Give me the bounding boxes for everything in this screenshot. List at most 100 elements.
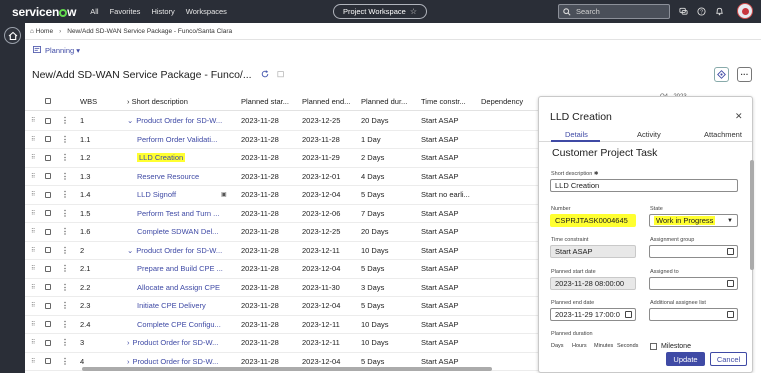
chevron-right-icon[interactable]: › xyxy=(127,338,130,347)
state-select[interactable]: Work in Progress ▼ xyxy=(649,214,738,227)
assignment-group-field[interactable] xyxy=(649,245,738,258)
row-checkbox[interactable] xyxy=(45,154,51,161)
drag-handle-icon[interactable]: ⠿ xyxy=(31,358,36,365)
chat-icon[interactable] xyxy=(678,6,689,17)
table-row[interactable]: ⠿ ⋮ 1.4 LLD Signoff ▣ 2023-11-28 2023-12-04 5 D… xyxy=(25,186,540,205)
row-checkbox[interactable] xyxy=(45,265,51,272)
tab-attachment[interactable]: Attachment xyxy=(704,130,742,139)
row-checkbox[interactable] xyxy=(45,117,51,124)
workspace-pill[interactable]: Project Workspace ☆ xyxy=(333,4,427,19)
row-menu-icon[interactable]: ⋮ xyxy=(61,338,69,347)
tab-activity[interactable]: Activity xyxy=(637,130,661,139)
help-icon[interactable]: ? xyxy=(696,6,707,17)
update-button[interactable]: Update xyxy=(666,352,705,366)
column-header-time-constraint[interactable]: Time constr... xyxy=(421,97,466,106)
row-checkbox[interactable] xyxy=(45,191,51,198)
task-link[interactable]: LLD Creation xyxy=(137,153,186,163)
drag-handle-icon[interactable]: ⠿ xyxy=(31,284,36,291)
column-header-dependency[interactable]: Dependency xyxy=(481,97,523,106)
row-menu-icon[interactable]: ⋮ xyxy=(61,209,69,218)
table-row[interactable]: ⠿ ⋮ 1.6 Complete SDWAN Del... 2023-11-28 2023… xyxy=(25,223,540,242)
additional-assignee-field[interactable] xyxy=(649,308,738,321)
task-link[interactable]: Allocate and Assign CPE xyxy=(137,283,220,292)
table-row[interactable]: ⠿ ⋮ 1 ⌄ Product Order for SD-W... 2023-11-28 2… xyxy=(25,112,540,131)
table-row[interactable]: ⠿ ⋮ 2.3 Initiate CPE Delivery 2023-11-28 2023… xyxy=(25,297,540,316)
column-header-planned-end[interactable]: Planned end... xyxy=(302,97,350,106)
panel-scrollbar[interactable] xyxy=(750,160,754,270)
cell-short-description[interactable]: Perform Test and Turn ... xyxy=(127,209,247,218)
nav-history[interactable]: History xyxy=(151,7,174,16)
table-row[interactable]: ⠿ ⋮ 1.5 Perform Test and Turn ... 2023-11-28… xyxy=(25,205,540,223)
row-menu-icon[interactable]: ⋮ xyxy=(61,135,69,144)
row-menu-icon[interactable]: ⋮ xyxy=(61,172,69,181)
task-link[interactable]: Reserve Resource xyxy=(137,172,199,181)
row-checkbox[interactable] xyxy=(45,173,51,180)
assigned-to-field[interactable] xyxy=(649,277,738,290)
cell-short-description[interactable]: LLD Creation xyxy=(127,153,247,163)
table-row[interactable]: ⠿ ⋮ 1.2 LLD Creation 2023-11-28 2023-11-29 2 D… xyxy=(25,149,540,168)
column-header-wbs[interactable]: WBS xyxy=(80,97,97,106)
table-row[interactable]: ⠿ ⋮ 2.2 Allocate and Assign CPE 2023-11-28 20… xyxy=(25,279,540,297)
nav-favorites[interactable]: Favorites xyxy=(110,7,141,16)
task-link[interactable]: Complete CPE Configu... xyxy=(137,320,221,329)
task-link[interactable]: LLD Signoff xyxy=(137,190,176,199)
breadcrumb-home[interactable]: Home xyxy=(36,28,53,35)
copy-icon[interactable] xyxy=(277,69,285,81)
task-link[interactable]: Perform Order Validati... xyxy=(137,135,217,144)
drag-handle-icon[interactable]: ⠿ xyxy=(31,210,36,217)
table-row[interactable]: ⠿ ⋮ 2.4 Complete CPE Configu... 2023-11-28 20… xyxy=(25,316,540,334)
row-checkbox[interactable] xyxy=(45,339,51,346)
column-header-planned-start[interactable]: Planned star... xyxy=(241,97,289,106)
lookup-icon[interactable] xyxy=(727,311,734,318)
settings-icon[interactable] xyxy=(714,67,729,82)
row-menu-icon[interactable]: ⋮ xyxy=(61,153,69,162)
table-row[interactable]: ⠿ ⋮ 2.1 Prepare and Build CPE ... 2023-11-28… xyxy=(25,260,540,279)
drag-handle-icon[interactable]: ⠿ xyxy=(31,265,36,272)
cell-short-description[interactable]: Initiate CPE Delivery xyxy=(127,301,247,310)
nav-workspaces[interactable]: Workspaces xyxy=(186,7,227,16)
drag-handle-icon[interactable]: ⠿ xyxy=(31,154,36,161)
horizontal-scrollbar[interactable] xyxy=(82,367,492,371)
drag-handle-icon[interactable]: ⠿ xyxy=(31,136,36,143)
drag-handle-icon[interactable]: ⠿ xyxy=(31,191,36,198)
task-link[interactable]: Product Order for SD-W... xyxy=(133,357,219,366)
row-checkbox[interactable] xyxy=(45,136,51,143)
home-icon[interactable] xyxy=(4,27,21,44)
nav-all[interactable]: All xyxy=(90,7,98,16)
table-row[interactable]: ⠿ ⋮ 2 ⌄ Product Order for SD-W... 2023-11-28 2… xyxy=(25,242,540,260)
select-all-checkbox[interactable] xyxy=(45,98,51,104)
row-checkbox[interactable] xyxy=(45,321,51,328)
task-link[interactable]: Product Order for SD-W... xyxy=(136,116,222,125)
drag-handle-icon[interactable]: ⠿ xyxy=(31,173,36,180)
star-icon[interactable]: ☆ xyxy=(410,7,417,16)
task-link[interactable]: Perform Test and Turn ... xyxy=(137,209,219,218)
row-checkbox[interactable] xyxy=(45,284,51,291)
table-row[interactable]: ⠿ ⋮ 1.3 Reserve Resource 2023-11-28 2023-12-0… xyxy=(25,168,540,186)
row-menu-icon[interactable]: ⋮ xyxy=(61,283,69,292)
servicenow-logo[interactable]: servicen w xyxy=(12,5,76,19)
checkbox-box[interactable] xyxy=(650,343,657,350)
cell-short-description[interactable]: › Product Order for SD-W... xyxy=(127,338,247,347)
row-checkbox[interactable] xyxy=(45,247,51,254)
cancel-button[interactable]: Cancel xyxy=(710,352,747,366)
notification-bell-icon[interactable] xyxy=(714,6,725,17)
row-menu-icon[interactable]: ⋮ xyxy=(61,264,69,273)
cell-short-description[interactable]: Reserve Resource xyxy=(127,172,247,181)
row-menu-icon[interactable]: ⋮ xyxy=(61,246,69,255)
user-avatar[interactable] xyxy=(737,3,753,19)
chevron-down-icon[interactable]: ⌄ xyxy=(127,116,133,125)
tab-details[interactable]: Details xyxy=(565,130,588,139)
task-link[interactable]: Complete SDWAN Del... xyxy=(137,227,218,236)
drag-handle-icon[interactable]: ⠿ xyxy=(31,339,36,346)
refresh-icon[interactable] xyxy=(261,69,269,81)
row-menu-icon[interactable]: ⋮ xyxy=(61,116,69,125)
row-menu-icon[interactable]: ⋮ xyxy=(61,320,69,329)
row-checkbox[interactable] xyxy=(45,210,51,217)
chevron-right-icon[interactable]: › xyxy=(127,357,130,366)
lookup-icon[interactable] xyxy=(727,248,734,255)
row-menu-icon[interactable]: ⋮ xyxy=(61,357,69,366)
row-checkbox[interactable] xyxy=(45,302,51,309)
task-link[interactable]: Product Order for SD-W... xyxy=(136,246,222,255)
drag-handle-icon[interactable]: ⠿ xyxy=(31,321,36,328)
table-row[interactable]: ⠿ ⋮ 3 › Product Order for SD-W... 2023-11-28 2… xyxy=(25,334,540,353)
